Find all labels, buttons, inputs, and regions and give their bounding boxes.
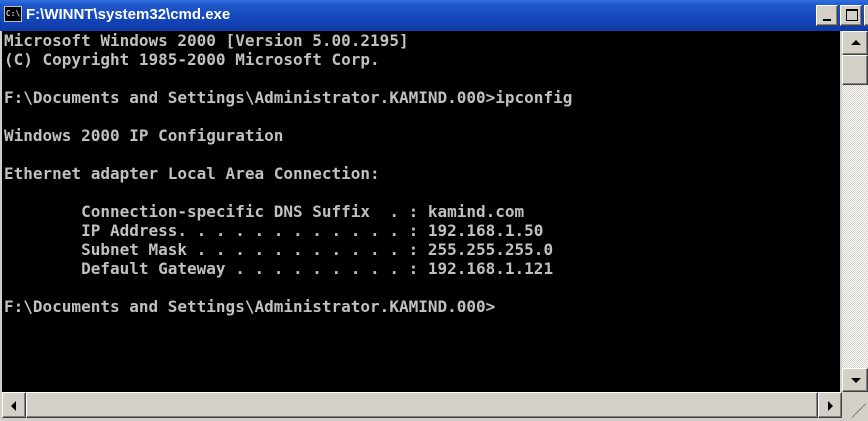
horizontal-scroll-thumb[interactable] — [26, 392, 818, 418]
console-line: F:\Documents and Settings\Administrator.… — [4, 88, 573, 107]
console-line: Default Gateway . . . . . . . . . : 192.… — [4, 259, 554, 278]
close-button[interactable]: × — [864, 5, 868, 26]
grip-line — [855, 403, 867, 414]
scroll-left-button[interactable] — [2, 392, 26, 418]
arrow-down-icon — [851, 378, 861, 383]
console-line: F:\Documents and Settings\Administrator.… — [4, 297, 496, 316]
title-bar[interactable]: C:\ F:\WINNT\system32\cmd.exe × — [0, 0, 868, 31]
console-line: IP Address. . . . . . . . . . . . : 192.… — [4, 221, 544, 240]
vertical-scroll-thumb[interactable] — [842, 55, 868, 85]
console-line: Subnet Mask . . . . . . . . . . . : 255.… — [4, 240, 554, 259]
cmd-window: C:\ F:\WINNT\system32\cmd.exe × Microsof… — [0, 0, 868, 421]
scroll-down-button[interactable] — [842, 368, 868, 392]
minimize-button[interactable] — [816, 5, 838, 26]
arrow-up-icon — [851, 40, 861, 45]
console-line: Windows 2000 IP Configuration — [4, 126, 284, 145]
arrow-right-icon — [828, 401, 833, 411]
arrow-left-icon — [11, 401, 16, 411]
scroll-up-button[interactable] — [842, 31, 868, 55]
console-output[interactable]: Microsoft Windows 2000 [Version 5.00.219… — [2, 31, 840, 392]
console-line: Ethernet adapter Local Area Connection: — [4, 164, 380, 183]
vertical-scrollbar[interactable] — [842, 31, 868, 392]
console-line: Connection-specific DNS Suffix . : kamin… — [4, 202, 525, 221]
cmd-icon[interactable]: C:\ — [4, 6, 22, 22]
console-line: Microsoft Windows 2000 [Version 5.00.219… — [4, 31, 409, 50]
console-line: (C) Copyright 1985-2000 Microsoft Corp. — [4, 50, 380, 69]
window-title: F:\WINNT\system32\cmd.exe — [26, 6, 231, 23]
maximize-button[interactable] — [840, 5, 862, 26]
scroll-right-button[interactable] — [818, 392, 842, 418]
horizontal-scrollbar[interactable] — [2, 392, 842, 418]
resize-grip[interactable] — [842, 392, 868, 421]
